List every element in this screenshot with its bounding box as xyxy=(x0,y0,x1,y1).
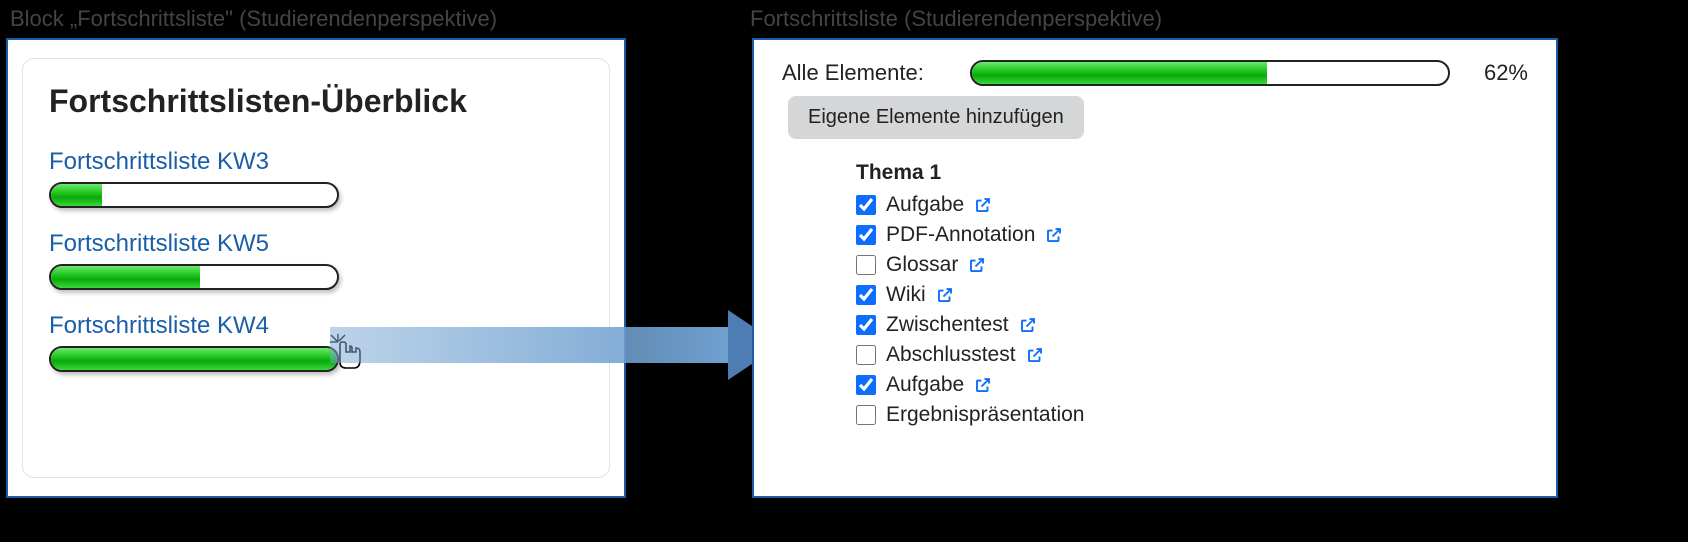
external-link-icon[interactable] xyxy=(974,196,992,214)
progress-link-kw5[interactable]: Fortschrittsliste KW5 xyxy=(49,230,269,258)
item-label: Zwischentest xyxy=(886,313,1009,337)
item-label: Glossar xyxy=(886,253,958,277)
item-checkbox[interactable] xyxy=(856,405,876,425)
checklist-item: Wiki xyxy=(856,283,1528,307)
progress-link-kw4[interactable]: Fortschrittsliste KW4 xyxy=(49,312,269,340)
item-checkbox[interactable] xyxy=(856,375,876,395)
progress-fill xyxy=(51,348,337,370)
item-checkbox[interactable] xyxy=(856,315,876,335)
checklist-item: Aufgabe xyxy=(856,373,1528,397)
item-label: Aufgabe xyxy=(886,373,964,397)
item-checkbox[interactable] xyxy=(856,285,876,305)
item-label: Wiki xyxy=(886,283,926,307)
item-label: PDF-Annotation xyxy=(886,223,1035,247)
progress-bar xyxy=(49,182,339,208)
progress-bar xyxy=(49,264,339,290)
item-checkbox[interactable] xyxy=(856,225,876,245)
checklist-item: PDF-Annotation xyxy=(856,223,1528,247)
item-checkbox[interactable] xyxy=(856,195,876,215)
external-link-icon[interactable] xyxy=(1019,316,1037,334)
progress-item: Fortschrittsliste KW3 xyxy=(49,148,583,208)
progress-item: Fortschrittsliste KW5 xyxy=(49,230,583,290)
item-label: Aufgabe xyxy=(886,193,964,217)
checklist-item: Ergebnispräsentation xyxy=(856,403,1528,427)
right-caption: Fortschrittsliste (Studierendenperspekti… xyxy=(750,6,1162,32)
checklist-item: Zwischentest xyxy=(856,313,1528,337)
add-own-elements-button[interactable]: Eigene Elemente hinzufügen xyxy=(788,96,1084,139)
checklist-item: Glossar xyxy=(856,253,1528,277)
progress-fill xyxy=(51,184,102,206)
progress-fill xyxy=(51,266,200,288)
progress-link-kw3[interactable]: Fortschrittsliste KW3 xyxy=(49,148,269,176)
topic-section: Thema 1 Aufgabe PDF-Annotation Glossar Wiki… xyxy=(856,161,1528,427)
item-label: Abschlusstest xyxy=(886,343,1016,367)
flow-arrow xyxy=(330,312,780,378)
progress-bar xyxy=(49,346,339,372)
left-caption: Block „Fortschrittsliste" (Studierendenp… xyxy=(10,6,497,32)
item-checkbox[interactable] xyxy=(856,345,876,365)
overall-progress-row: Alle Elemente: 62% xyxy=(782,60,1528,86)
overview-title: Fortschrittslisten-Überblick xyxy=(49,83,583,120)
external-link-icon[interactable] xyxy=(968,256,986,274)
overall-progress-bar xyxy=(970,60,1450,86)
overview-panel: Fortschrittslisten-Überblick Fortschritt… xyxy=(6,38,626,498)
overview-card: Fortschrittslisten-Überblick Fortschritt… xyxy=(22,58,610,478)
item-checkbox[interactable] xyxy=(856,255,876,275)
overall-progress-fill xyxy=(972,62,1267,84)
checklist-item: Aufgabe xyxy=(856,193,1528,217)
checklist-item: Abschlusstest xyxy=(856,343,1528,367)
overall-percent: 62% xyxy=(1478,60,1528,86)
all-elements-label: Alle Elemente: xyxy=(782,60,942,86)
external-link-icon[interactable] xyxy=(974,376,992,394)
external-link-icon[interactable] xyxy=(936,286,954,304)
detail-panel: Alle Elemente: 62% Eigene Elemente hinzu… xyxy=(752,38,1558,498)
topic-title: Thema 1 xyxy=(856,161,1528,185)
item-label: Ergebnispräsentation xyxy=(886,403,1084,427)
external-link-icon[interactable] xyxy=(1045,226,1063,244)
external-link-icon[interactable] xyxy=(1026,346,1044,364)
